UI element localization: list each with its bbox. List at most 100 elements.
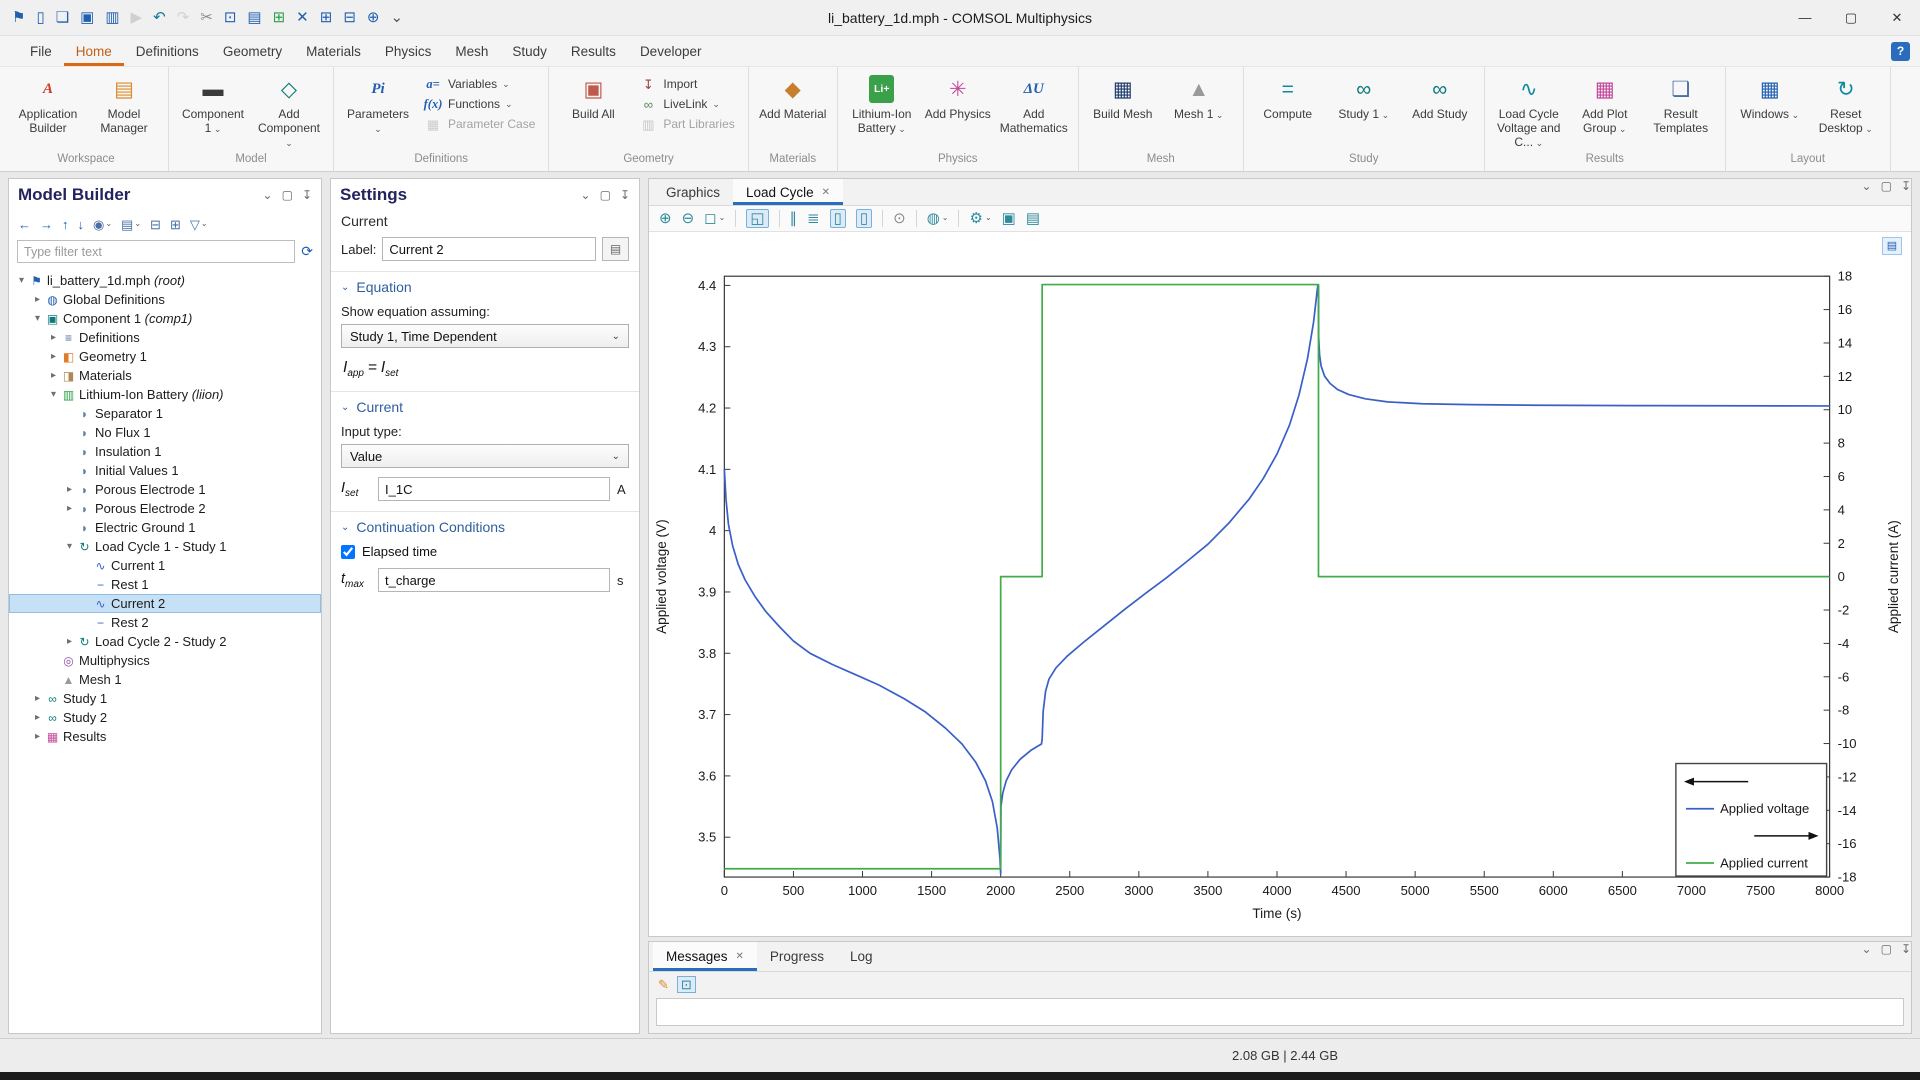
collapse-icon[interactable]: ▾ [47,389,60,400]
minimize-button[interactable]: — [1782,0,1828,35]
collapse-icon[interactable]: ▾ [15,275,28,286]
add-physics-button[interactable]: ✳Add Physics [921,71,995,143]
tree-node-lithium-ion-battery[interactable]: ▾▥Lithium-Ion Battery (liion) [9,385,321,404]
pin-icon[interactable]: ↧ [1901,942,1911,971]
comsol-logo[interactable]: ⚑ [12,10,25,25]
show-icon[interactable]: ◉⌄ [93,218,112,231]
tree-node-load-cycle-2-study-2[interactable]: ▸↻Load Cycle 2 - Study 2 [9,632,321,651]
build-all-button[interactable]: ▣Build All [556,71,630,143]
add-mathematics-button[interactable]: ΔUAdd Mathematics [997,71,1071,143]
messages-tab-progress[interactable]: Progress [757,942,837,971]
load-cycle-chart[interactable]: 4.44.34.24.143.93.83.73.63.5181614121086… [649,232,1911,936]
zoom-out-icon[interactable]: ⊖ [682,211,695,226]
menu-results[interactable]: Results [559,36,628,66]
open-icon[interactable]: ❏ [56,10,69,25]
close-icon[interactable]: ✕ [822,187,830,198]
redo-icon[interactable]: ↷ [177,10,190,25]
cut-icon[interactable]: ✂ [200,10,213,25]
add-component-button[interactable]: ◇Add Component ⌄ [252,71,326,149]
lithium-ion-battery-button[interactable]: Li+Lithium-Ion Battery ⌄ [845,71,919,143]
tree-node-rest-1[interactable]: −Rest 1 [9,575,321,594]
detach-icon[interactable]: ▢ [1881,942,1892,971]
image-snapshot-icon[interactable]: ▣ [1002,211,1016,226]
paste-icon[interactable]: ▤ [247,10,261,25]
pin-icon[interactable]: ↧ [302,188,312,202]
run-icon[interactable]: ▶ [131,10,143,25]
maximize-button[interactable]: ▢ [1828,0,1874,35]
detach-icon[interactable]: ▢ [600,188,611,202]
print-icon[interactable]: ▤ [1026,211,1040,226]
menu-study[interactable]: Study [500,36,559,66]
menu-materials[interactable]: Materials [294,36,373,66]
tree-node-separator-1[interactable]: ◗Separator 1 [9,404,321,423]
tree-node-initial-values-1[interactable]: ◗Initial Values 1 [9,461,321,480]
equation-assumption-select[interactable]: Study 1, Time Dependent ⌄ [341,324,629,348]
table-icon[interactable]: ⊞ [320,10,333,25]
tree-node-mesh-1[interactable]: ▲Mesh 1 [9,670,321,689]
messages-tab-messages[interactable]: Messages✕ [653,942,757,971]
chevron-down-icon[interactable]: ⌄ [1862,942,1872,971]
delete-icon[interactable]: ✕ [296,10,309,25]
tree-node-global-definitions[interactable]: ▸◍Global Definitions [9,290,321,309]
functions-button[interactable]: f(x)Functions⌄ [419,96,539,112]
tree-node-porous-electrode-1[interactable]: ▸◗Porous Electrode 1 [9,480,321,499]
filter-input[interactable] [17,240,295,263]
add-study-button[interactable]: ∞Add Study [1403,71,1477,143]
customize-toolbar-icon[interactable]: ⌄ [390,10,403,25]
save-icon[interactable]: ▣ [80,10,94,25]
chevron-down-icon[interactable]: ⌄ [1862,179,1872,205]
windows-button[interactable]: ▦Windows ⌄ [1733,71,1807,143]
table-data-icon[interactable]: ≣ [807,211,820,226]
chevron-down-icon[interactable]: ⌄ [263,188,273,202]
add-plot-group-button[interactable]: ▦Add Plot Group ⌄ [1568,71,1642,143]
tree-node-insulation-1[interactable]: ◗Insulation 1 [9,442,321,461]
tree-node-study-1[interactable]: ▸∞Study 1 [9,689,321,708]
pin-icon[interactable]: ↧ [620,188,630,202]
x-axis-data-icon[interactable]: ∥ [790,211,798,226]
menu-home[interactable]: Home [64,36,124,66]
menu-developer[interactable]: Developer [628,36,714,66]
close-icon[interactable]: ✕ [736,951,744,962]
pin-icon[interactable]: ↧ [1901,179,1911,205]
tree-node-component-1[interactable]: ▾▣Component 1 (comp1) [9,309,321,328]
clear-log-icon[interactable]: ✎ [658,978,669,991]
graphics-tab-graphics[interactable]: Graphics [653,179,733,205]
move-down-icon[interactable]: ↓ [78,218,85,231]
build-mesh-button[interactable]: ▦Build Mesh [1086,71,1160,143]
tree-node-study-2[interactable]: ▸∞Study 2 [9,708,321,727]
go-to-default-view-icon[interactable]: ◱ [746,209,768,228]
collapse-all-icon[interactable]: ⊟ [150,218,161,231]
model-tree-nodes-icon[interactable]: ▤⌄ [121,218,141,231]
detach-icon[interactable]: ▢ [282,188,293,202]
collapse-icon[interactable]: ▾ [31,313,44,324]
elapsed-time-checkbox[interactable] [341,545,355,559]
variables-button[interactable]: a=Variables⌄ [419,76,539,92]
equation-section-header[interactable]: ⌄ Equation [341,279,629,295]
chevron-down-icon[interactable]: ⌄ [581,188,591,202]
expand-all-icon[interactable]: ⊞ [170,218,181,231]
tree-node-geometry-1[interactable]: ▸◧Geometry 1 [9,347,321,366]
menu-definitions[interactable]: Definitions [124,36,211,66]
back-icon[interactable]: ← [18,218,31,231]
messages-tab-log[interactable]: Log [837,942,886,971]
expand-icon[interactable]: ▸ [63,484,76,495]
iset-input[interactable] [378,477,610,501]
input-type-select[interactable]: Value ⌄ [341,444,629,468]
tree-node-porous-electrode-2[interactable]: ▸◗Porous Electrode 2 [9,499,321,518]
expand-icon[interactable]: ▸ [31,693,44,704]
expand-icon[interactable]: ▸ [31,712,44,723]
expand-icon[interactable]: ▸ [47,370,60,381]
evaluate-icon[interactable]: ⊟ [343,10,356,25]
menu-file[interactable]: File [18,36,64,66]
load-cycle-voltage-button[interactable]: ∿Load Cycle Voltage and C... ⌄ [1492,71,1566,149]
expand-icon[interactable]: ▸ [63,636,76,647]
expand-icon[interactable]: ▸ [31,731,44,742]
lock-axes-icon[interactable]: ⊙ [893,211,906,226]
tree-node-materials[interactable]: ▸◨Materials [9,366,321,385]
model-manager-button[interactable]: ▤Model Manager [87,71,161,143]
reset-desktop-button[interactable]: ↻Reset Desktop ⌄ [1809,71,1883,143]
zoom-in-icon[interactable]: ⊕ [659,211,672,226]
plot-settings-icon[interactable]: ⚙⌄ [969,211,991,226]
expand-icon[interactable]: ▸ [47,351,60,362]
close-button[interactable]: ✕ [1874,0,1920,35]
